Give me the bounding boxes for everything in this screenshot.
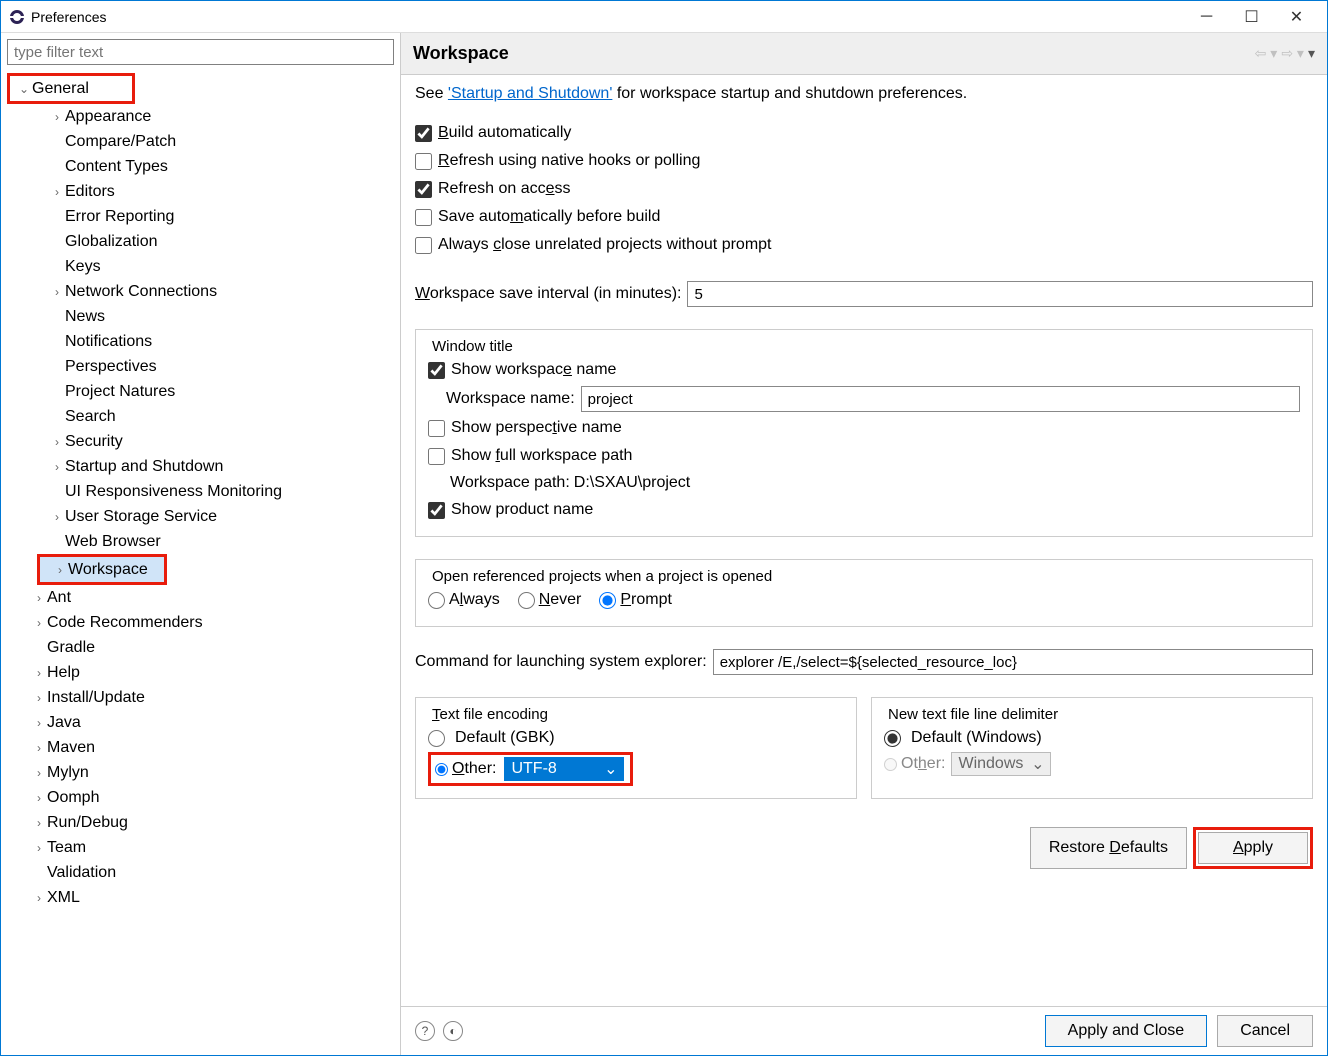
tree-compare[interactable]: Compare/Patch (7, 129, 394, 154)
tree-network[interactable]: ›Network Connections (7, 279, 394, 304)
window-title: Preferences (31, 9, 1184, 25)
tree-security[interactable]: ›Security (7, 429, 394, 454)
tree-team[interactable]: ›Team (7, 835, 394, 860)
tree-globalization[interactable]: Globalization (7, 229, 394, 254)
tree-editors[interactable]: ›Editors (7, 179, 394, 204)
radio-delim-default[interactable]: Default (Windows) (884, 729, 1042, 747)
tree-workspace[interactable]: ›Workspace (40, 557, 164, 582)
export-icon[interactable]: ◐ (443, 1021, 463, 1041)
radio-delim-other[interactable]: Other: (884, 755, 945, 773)
explorer-input[interactable] (713, 649, 1313, 675)
startup-link[interactable]: 'Startup and Shutdown' (448, 85, 612, 102)
tree-notifications[interactable]: Notifications (7, 329, 394, 354)
tree-startup[interactable]: ›Startup and Shutdown (7, 454, 394, 479)
maximize-button[interactable]: ☐ (1229, 3, 1274, 31)
nav-menu-icon[interactable]: ▾ (1308, 45, 1315, 62)
minimize-button[interactable]: ─ (1184, 3, 1229, 31)
check-show-full-path[interactable]: Show full workspace path (428, 442, 1300, 470)
tree-validation[interactable]: Validation (7, 860, 394, 885)
save-interval-row: Workspace save interval (in minutes): (415, 281, 1313, 307)
open-ref-fieldset: Open referenced projects when a project … (415, 559, 1313, 627)
tree-perspectives[interactable]: Perspectives (7, 354, 394, 379)
titlebar: Preferences ─ ☐ ✕ (1, 1, 1327, 33)
page-title: Workspace (413, 43, 1251, 64)
tree-xml[interactable]: ›XML (7, 885, 394, 910)
check-close-unrelated[interactable]: Always close unrelated projects without … (415, 231, 1313, 259)
settings-pane: Workspace ⇦ ▾ ⇨ ▾ ▾ See 'Startup and Shu… (401, 33, 1327, 1055)
delimiter-combo: Windows⌄ (951, 752, 1051, 776)
tree-mylyn[interactable]: ›Mylyn (7, 760, 394, 785)
tree-oomph[interactable]: ›Oomph (7, 785, 394, 810)
radio-never[interactable]: Never (518, 591, 582, 609)
apply-close-button[interactable]: Apply and Close (1045, 1015, 1208, 1047)
check-refresh-native[interactable]: Refresh using native hooks or polling (415, 147, 1313, 175)
tree-general[interactable]: ⌄General (10, 76, 132, 101)
radio-always[interactable]: Always (428, 591, 500, 609)
check-show-perspective[interactable]: Show perspective name (428, 414, 1300, 442)
explorer-row: Command for launching system explorer: (415, 649, 1313, 675)
tree-maven[interactable]: ›Maven (7, 735, 394, 760)
workspace-name-input[interactable] (581, 386, 1300, 412)
encoding-combo[interactable]: UTF-8⌄ (504, 757, 624, 781)
help-icon[interactable]: ? (415, 1021, 435, 1041)
tree-run-debug[interactable]: ›Run/Debug (7, 810, 394, 835)
tree-web-browser[interactable]: Web Browser (7, 529, 394, 554)
tree-news[interactable]: News (7, 304, 394, 329)
cancel-button[interactable]: Cancel (1217, 1015, 1313, 1047)
check-show-ws-name[interactable]: Show workspace name (428, 356, 1300, 384)
close-button[interactable]: ✕ (1274, 3, 1319, 31)
nav-forward-icon[interactable]: ⇨ ▾ (1281, 45, 1304, 62)
tree-ant[interactable]: ›Ant (7, 585, 394, 610)
tree-user-storage[interactable]: ›User Storage Service (7, 504, 394, 529)
check-build-auto[interactable]: BBuild automaticallyuild automatically (415, 119, 1313, 147)
tree-code-rec[interactable]: ›Code Recommenders (7, 610, 394, 635)
tree-error-reporting[interactable]: Error Reporting (7, 204, 394, 229)
tree-pane: ⌄General ›Appearance Compare/Patch Conte… (1, 33, 401, 1055)
save-interval-input[interactable] (687, 281, 1313, 307)
tree-project-natures[interactable]: Project Natures (7, 379, 394, 404)
delimiter-fieldset: New text file line delimiter Default (Wi… (871, 697, 1313, 799)
filter-input[interactable] (7, 39, 394, 65)
tree-ui-resp[interactable]: UI Responsiveness Monitoring (7, 479, 394, 504)
encoding-fieldset: Text file encoding Default (GBK) Other: … (415, 697, 857, 799)
header-bar: Workspace ⇦ ▾ ⇨ ▾ ▾ (401, 33, 1327, 75)
intro-text: See 'Startup and Shutdown' for workspace… (415, 85, 1313, 103)
footer: ? ◐ Apply and Close Cancel (401, 1006, 1327, 1055)
eclipse-icon (9, 9, 25, 25)
tree-keys[interactable]: Keys (7, 254, 394, 279)
check-show-product[interactable]: Show product name (428, 496, 1300, 524)
nav-back-icon[interactable]: ⇦ ▾ (1255, 45, 1278, 62)
tree-help[interactable]: ›Help (7, 660, 394, 685)
restore-defaults-button[interactable]: Restore Defaults (1030, 827, 1187, 869)
tree-gradle[interactable]: Gradle (7, 635, 394, 660)
tree-java[interactable]: ›Java (7, 710, 394, 735)
tree-content-types[interactable]: Content Types (7, 154, 394, 179)
radio-enc-default[interactable]: Default (GBK) (428, 729, 555, 747)
radio-enc-other[interactable]: Other: (435, 760, 496, 778)
tree-install-update[interactable]: ›Install/Update (7, 685, 394, 710)
check-refresh-access[interactable]: Refresh on access (415, 175, 1313, 203)
check-save-before-build[interactable]: Save automatically before build (415, 203, 1313, 231)
workspace-path: Workspace path:D:\SXAU\project (428, 470, 1300, 496)
tree-search[interactable]: Search (7, 404, 394, 429)
preference-tree[interactable]: ⌄General ›Appearance Compare/Patch Conte… (7, 65, 394, 1049)
window-title-fieldset: Window title Show workspace name Workspa… (415, 329, 1313, 537)
radio-prompt[interactable]: Prompt (599, 591, 672, 609)
apply-button[interactable]: Apply (1198, 832, 1308, 864)
tree-appearance[interactable]: ›Appearance (7, 104, 394, 129)
